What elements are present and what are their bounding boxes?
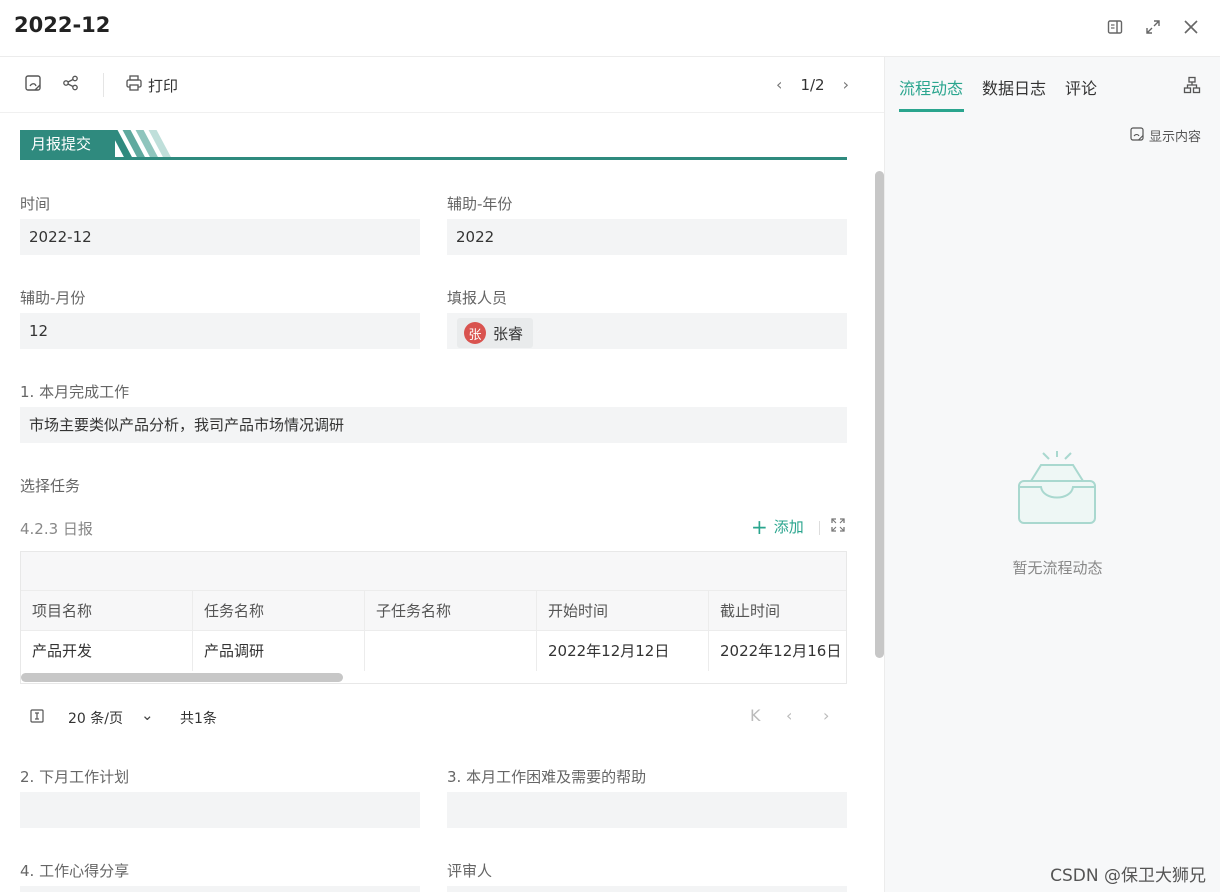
task-label: 选择任务 — [20, 477, 81, 495]
reviewer-label: 评审人 — [447, 862, 493, 880]
column-header[interactable]: 任务名称 — [193, 591, 365, 630]
reporter-chip[interactable]: 张 张睿 — [457, 318, 534, 348]
watermark: CSDN @保卫大狮兄 — [1050, 866, 1206, 886]
tab-data-log[interactable]: 数据日志 — [982, 75, 1046, 99]
form-toolbar: 打印 ‹ 1/2 › — [0, 57, 884, 113]
add-task-label: 添加 — [773, 518, 804, 536]
table-cell — [365, 631, 537, 671]
record-pager-text: 1/2 — [800, 75, 825, 94]
add-divider — [819, 521, 820, 535]
year-field[interactable]: 2022 — [447, 219, 847, 255]
first-page-icon[interactable]: K — [750, 706, 761, 725]
side-panel-icon[interactable] — [1104, 16, 1126, 38]
toolbar-divider — [103, 73, 104, 97]
page-info-icon[interactable] — [30, 708, 44, 727]
prev-record-icon[interactable]: ‹ — [776, 75, 782, 94]
task-table: 项目名称 任务名称 子任务名称 开始时间 截止时间 产品开发 产品调研 2022… — [20, 551, 847, 684]
show-content-label: 显示内容 — [1149, 130, 1202, 145]
share-button[interactable] — [62, 74, 80, 96]
table-cell: 产品调研 — [193, 631, 365, 671]
prev-page-icon[interactable]: ‹ — [786, 706, 792, 725]
window-title: 2022-12 — [14, 13, 111, 37]
activity-panel: 流程动态 数据日志 评论 显示内容 暂无流程动态 — [885, 57, 1220, 892]
column-header[interactable]: 项目名称 — [21, 591, 193, 630]
print-button[interactable]: 打印 — [125, 74, 178, 96]
reporter-name: 张睿 — [493, 324, 524, 343]
table-pagination: 20 条/页 ⌄ 共1条 K ‹ › — [0, 702, 884, 732]
note-icon — [24, 74, 42, 96]
reporter-label: 填报人员 — [447, 289, 508, 307]
close-icon[interactable] — [1180, 16, 1202, 38]
table-row[interactable]: 产品开发 产品调研 2022年12月12日 2022年12月16日 — [21, 631, 846, 671]
time-field[interactable]: 2022-12 — [20, 219, 420, 255]
share-icon — [62, 74, 80, 96]
empty-inbox-icon — [1015, 451, 1099, 527]
column-header[interactable]: 子任务名称 — [365, 591, 537, 630]
table-cell: 产品开发 — [21, 631, 193, 671]
page-size-select[interactable]: 20 条/页 — [68, 708, 123, 728]
note-icon — [1130, 126, 1144, 145]
experience-label: 4. 工作心得分享 — [20, 862, 130, 880]
empty-state-text: 暂无流程动态 — [1012, 559, 1103, 577]
month-field[interactable]: 12 — [20, 313, 420, 349]
record-pager: ‹ 1/2 › — [776, 75, 849, 94]
time-label: 时间 — [20, 195, 51, 213]
printer-icon — [125, 74, 143, 96]
table-cell: 2022年12月12日 — [537, 631, 709, 671]
show-content-toggle[interactable]: 显示内容 — [1130, 126, 1201, 145]
month-label: 辅助-月份 — [20, 289, 86, 307]
next-record-icon[interactable]: › — [843, 75, 849, 94]
print-label: 打印 — [148, 76, 179, 95]
difficulty-field[interactable] — [447, 792, 847, 828]
vertical-scrollbar[interactable] — [875, 171, 884, 658]
column-header[interactable]: 开始时间 — [537, 591, 709, 630]
section-divider — [20, 157, 847, 160]
table-toolbar — [21, 552, 846, 591]
total-count: 共1条 — [180, 711, 217, 727]
work-label: 1. 本月完成工作 — [20, 383, 130, 401]
table-header-row: 项目名称 任务名称 子任务名称 开始时间 截止时间 — [21, 591, 846, 631]
next-page-icon[interactable]: › — [823, 706, 829, 725]
reviewer-field[interactable] — [447, 886, 847, 892]
add-task-button[interactable]: + 添加 — [751, 516, 804, 537]
task-sub-label: 4.2.3 日报 — [20, 520, 93, 538]
next-plan-field[interactable] — [20, 792, 420, 828]
form-panel: 打印 ‹ 1/2 › 月报提交 时间 2022-12 辅助-年份 2022 辅助… — [0, 57, 885, 892]
tab-comments[interactable]: 评论 — [1065, 75, 1097, 99]
table-cell: 2022年12月16日 — [709, 631, 846, 671]
section-title: 月报提交 — [20, 130, 115, 158]
expand-icon[interactable] — [830, 517, 848, 535]
tab-process[interactable]: 流程动态 — [899, 75, 963, 99]
experience-field[interactable] — [20, 886, 420, 892]
work-field[interactable]: 市场主要类似产品分析，我司产品市场情况调研 — [20, 407, 847, 443]
difficulty-label: 3. 本月工作困难及需要的帮助 — [447, 768, 647, 786]
avatar: 张 — [464, 322, 486, 344]
activity-tabs: 流程动态 数据日志 评论 — [885, 57, 1220, 113]
note-button[interactable] — [24, 74, 42, 96]
column-header[interactable]: 截止时间 — [709, 591, 846, 630]
section-banner: 月报提交 — [20, 130, 847, 160]
plus-icon: + — [751, 514, 768, 539]
next-plan-label: 2. 下月工作计划 — [20, 768, 130, 786]
active-tab-indicator — [899, 109, 964, 112]
horizontal-scrollbar[interactable] — [21, 673, 343, 682]
chevron-down-icon[interactable]: ⌄ — [141, 706, 154, 724]
year-label: 辅助-年份 — [447, 195, 513, 213]
window-titlebar: 2022-12 — [0, 0, 1220, 57]
org-chart-icon[interactable] — [1183, 76, 1203, 96]
fullscreen-icon[interactable] — [1142, 16, 1164, 38]
